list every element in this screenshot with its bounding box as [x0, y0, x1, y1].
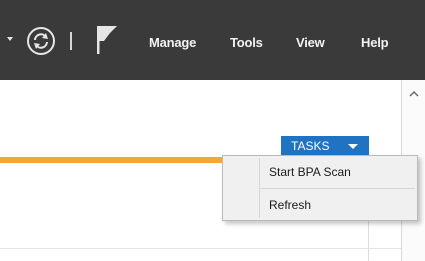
tasks-button[interactable]: TASKS	[281, 136, 369, 156]
dropdown-arrow-icon[interactable]	[7, 37, 13, 41]
menu-item-label: Start BPA Scan	[269, 165, 351, 179]
menu-help[interactable]: Help	[361, 36, 389, 50]
scroll-up-arrow-icon[interactable]	[408, 88, 420, 100]
tile-accent-bar	[0, 157, 236, 163]
window: Manage Tools View Help TASKS Start BPA S…	[0, 0, 425, 261]
tasks-button-label: TASKS	[291, 139, 330, 153]
title-bar: Manage Tools View Help	[0, 0, 425, 80]
menu-tools[interactable]: Tools	[230, 36, 263, 50]
chevron-down-icon	[348, 144, 358, 149]
tasks-context-menu: Start BPA Scan Refresh	[222, 155, 418, 221]
menu-item-refresh[interactable]: Refresh	[225, 191, 415, 219]
flag-icon[interactable]	[93, 24, 121, 56]
toolbar-separator	[70, 32, 72, 50]
menu-separator	[261, 188, 415, 189]
menu-manage[interactable]: Manage	[149, 36, 196, 50]
menu-item-label: Refresh	[269, 198, 312, 212]
menu-item-start-bpa-scan[interactable]: Start BPA Scan	[225, 158, 415, 186]
refresh-icon[interactable]	[26, 26, 56, 56]
menu-view[interactable]: View	[296, 36, 325, 50]
divider	[0, 248, 401, 249]
